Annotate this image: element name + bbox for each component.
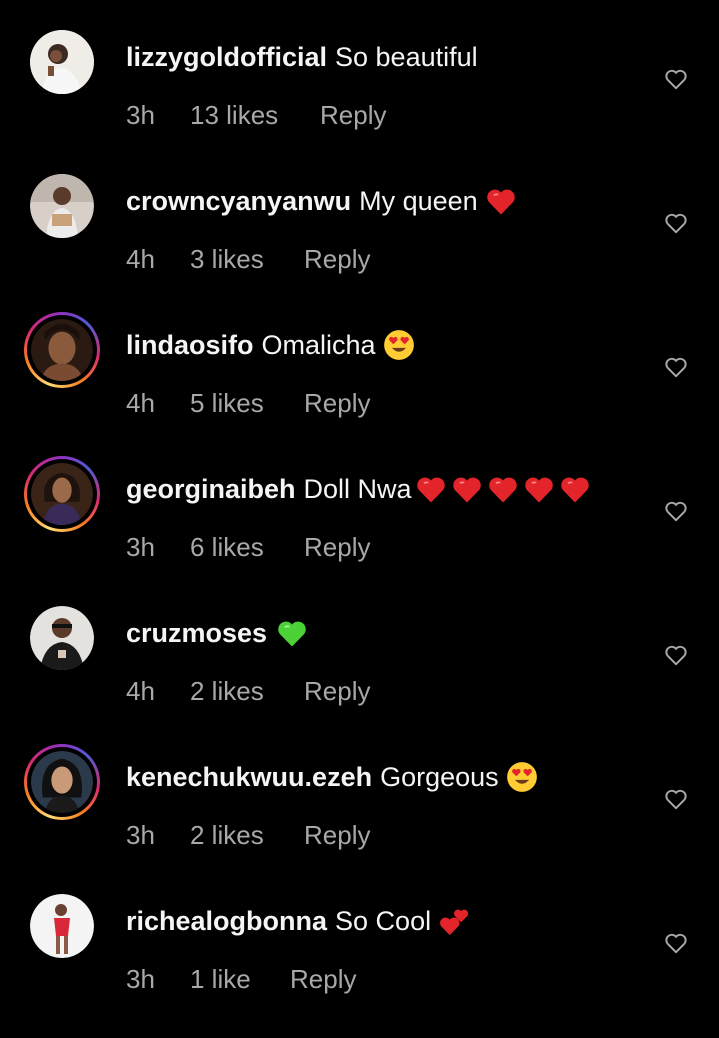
- reply-button[interactable]: Reply: [304, 674, 370, 708]
- green-heart-emoji: [275, 616, 309, 650]
- comment-username[interactable]: crowncyanyanwu: [126, 184, 351, 218]
- heart-outline-icon[interactable]: [663, 66, 689, 92]
- comment-time: 3h: [126, 532, 155, 562]
- avatar[interactable]: [30, 30, 94, 94]
- comment-likes[interactable]: 3 likes: [190, 242, 304, 276]
- comment-text-line: lindaosifo Omalicha: [126, 328, 416, 362]
- comment-text: My queen: [359, 186, 478, 216]
- comment-meta: 3h 1 like Reply: [126, 962, 356, 996]
- comment-username[interactable]: lindaosifo: [126, 328, 254, 362]
- heart-outline-icon[interactable]: [663, 354, 689, 380]
- comment-likes[interactable]: 2 likes: [190, 818, 304, 852]
- heart-outline-icon[interactable]: [663, 210, 689, 236]
- comment-username[interactable]: richealogbonna: [126, 904, 327, 938]
- red-heart-emoji: [484, 184, 518, 218]
- avatar-story-ring[interactable]: [24, 456, 100, 532]
- comment-meta: 4h 3 likes Reply: [126, 242, 370, 276]
- avatar[interactable]: [30, 174, 94, 238]
- red-heart-emoji: [522, 472, 556, 506]
- reply-button[interactable]: Reply: [304, 530, 370, 564]
- comment-text-line: georginaibeh Doll Nwa: [126, 472, 592, 506]
- comments-list: lizzygoldofficial So beautiful 3h 13 lik…: [0, 0, 719, 994]
- comment-text: Gorgeous: [380, 762, 499, 792]
- comment-text-line: kenechukwuu.ezeh Gorgeous: [126, 760, 539, 794]
- comment-meta: 3h 13 likes Reply: [126, 98, 386, 132]
- reply-button[interactable]: Reply: [290, 962, 356, 996]
- reply-button[interactable]: Reply: [304, 818, 370, 852]
- heart-outline-icon[interactable]: [663, 498, 689, 524]
- comment-likes[interactable]: 6 likes: [190, 530, 304, 564]
- avatar[interactable]: [30, 606, 94, 670]
- comment-time: 3h: [126, 820, 155, 850]
- comment-username[interactable]: cruzmoses: [126, 616, 267, 650]
- comment-item: lizzygoldofficial So beautiful 3h 13 lik…: [0, 30, 719, 174]
- heart-eyes-emoji: [505, 760, 539, 794]
- heart-eyes-emoji: [382, 328, 416, 362]
- comment-text: So Cool: [335, 906, 432, 936]
- comment-username[interactable]: georginaibeh: [126, 472, 296, 506]
- reply-button[interactable]: Reply: [304, 386, 370, 420]
- comment-likes[interactable]: 1 like: [190, 962, 290, 996]
- red-heart-emoji: [414, 472, 448, 506]
- comment-text-line: cruzmoses: [126, 616, 309, 650]
- comment-meta: 4h 2 likes Reply: [126, 674, 370, 708]
- red-heart-emoji: [486, 472, 520, 506]
- heart-outline-icon[interactable]: [663, 642, 689, 668]
- comment-time: 4h: [126, 244, 155, 274]
- comment-time: 3h: [126, 100, 155, 130]
- reply-button[interactable]: Reply: [320, 98, 386, 132]
- comment-item: crowncyanyanwu My queen 4h 3 likes Reply: [0, 174, 719, 318]
- comment-username[interactable]: kenechukwuu.ezeh: [126, 760, 372, 794]
- comment-item: cruzmoses 4h 2 likes Reply: [0, 606, 719, 750]
- heart-outline-icon[interactable]: [663, 930, 689, 956]
- comment-text-line: richealogbonna So Cool: [126, 904, 471, 938]
- comment-item: richealogbonna So Cool 3h 1 like Reply: [0, 894, 719, 1038]
- red-heart-emoji: [450, 472, 484, 506]
- comment-meta: 3h 6 likes Reply: [126, 530, 370, 564]
- comment-text-line: lizzygoldofficial So beautiful: [126, 40, 478, 74]
- avatar-story-ring[interactable]: [24, 744, 100, 820]
- comment-text-line: crowncyanyanwu My queen: [126, 184, 518, 218]
- comment-time: 4h: [126, 388, 155, 418]
- comment-item: georginaibeh Doll Nwa 3h 6 likes Reply: [0, 456, 719, 606]
- avatar-story-ring[interactable]: [24, 312, 100, 388]
- comment-item: lindaosifo Omalicha 4h 5 likes Reply: [0, 312, 719, 462]
- comment-text: So beautiful: [335, 42, 478, 72]
- avatar[interactable]: [30, 894, 94, 958]
- comment-meta: 4h 5 likes Reply: [126, 386, 370, 420]
- comment-item: kenechukwuu.ezeh Gorgeous 3h 2 likes Rep…: [0, 744, 719, 894]
- comment-likes[interactable]: 5 likes: [190, 386, 304, 420]
- comment-text: Omalicha: [261, 330, 376, 360]
- avatar: [31, 463, 93, 525]
- reply-button[interactable]: Reply: [304, 242, 370, 276]
- comment-time: 4h: [126, 676, 155, 706]
- comment-text: Doll Nwa: [303, 474, 412, 504]
- comment-likes[interactable]: 2 likes: [190, 674, 304, 708]
- heart-outline-icon[interactable]: [663, 786, 689, 812]
- avatar: [31, 319, 93, 381]
- two-hearts-emoji: [437, 904, 471, 938]
- avatar: [31, 751, 93, 813]
- comment-username[interactable]: lizzygoldofficial: [126, 40, 327, 74]
- red-heart-emoji: [558, 472, 592, 506]
- comment-likes[interactable]: 13 likes: [190, 98, 320, 132]
- comment-meta: 3h 2 likes Reply: [126, 818, 370, 852]
- comment-time: 3h: [126, 964, 155, 994]
